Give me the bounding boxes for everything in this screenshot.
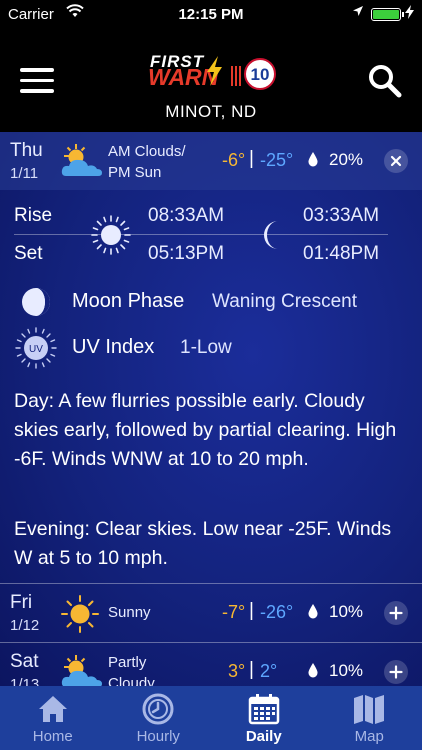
plus-icon — [389, 665, 403, 679]
expand-button[interactable] — [384, 601, 408, 625]
sun-icon — [58, 594, 106, 634]
calendar-icon — [247, 692, 281, 726]
daily-forecast-list[interactable]: Thu 1/11 AM Clouds/ PM Sun -6° | -25° 20… — [0, 132, 422, 686]
low-temp: -25° — [260, 150, 294, 170]
rise-label: Rise — [14, 205, 53, 226]
close-icon — [390, 155, 402, 167]
moon-icon — [262, 220, 286, 255]
hamburger-icon — [20, 68, 54, 72]
high-temp: 3° — [228, 661, 246, 681]
partly-cloudy-icon — [58, 142, 106, 182]
day-date: 1/12 — [10, 617, 40, 634]
tab-label: Daily — [245, 728, 282, 745]
clock-icon — [141, 692, 175, 726]
high-temp: -6° — [222, 150, 246, 170]
lightning-icon — [204, 56, 224, 92]
charging-icon — [405, 5, 414, 22]
raindrop-icon — [308, 604, 318, 619]
sun-horizon-icon — [90, 214, 132, 261]
precip-chance: 10% — [329, 602, 364, 621]
moon-phase-label: Moon Phase — [72, 290, 185, 312]
location-arrow-icon — [352, 5, 364, 20]
low-temp: 2° — [260, 661, 278, 681]
map-icon — [352, 692, 386, 726]
temp-separator: | — [249, 600, 254, 621]
raindrop-icon — [308, 152, 318, 167]
moonrise-time: 03:33AM — [303, 205, 380, 226]
tab-label: Home — [32, 728, 73, 745]
sunset-time: 05:13PM — [148, 243, 225, 264]
moon-phase-value: Waning Crescent — [212, 291, 358, 312]
temp-separator: | — [249, 148, 254, 169]
precip-chance: 20% — [329, 150, 364, 169]
temp-separator: | — [249, 659, 254, 680]
day-date: 1/11 — [10, 165, 39, 182]
tab-daily[interactable]: Daily — [211, 686, 317, 750]
tab-label: Hourly — [136, 728, 180, 745]
evening-description: Evening: Clear skies. Low near -25F. Win… — [14, 518, 392, 569]
app-header: FIRST WARN 10 MINOT, ND — [0, 30, 422, 132]
tab-hourly[interactable]: Hourly — [106, 686, 212, 750]
city-label: MINOT, ND — [165, 102, 257, 121]
partly-cloudy-icon — [58, 653, 106, 686]
battery-icon — [371, 8, 404, 21]
tab-bar: Home Hourly Daily Map — [0, 686, 422, 750]
set-label: Set — [14, 243, 43, 264]
sun-moon-times: Rise Set 08:33AM 05:13PM 03:33AM 01:48PM — [0, 192, 422, 272]
home-icon — [36, 692, 70, 726]
precip-chance: 10% — [329, 661, 364, 680]
tab-map[interactable]: Map — [317, 686, 422, 750]
horizon-line — [14, 234, 388, 235]
moonset-time: 01:48PM — [303, 243, 380, 264]
day-name: Fri — [10, 592, 33, 613]
search-icon — [369, 65, 402, 98]
condition-text: AM Clouds/ PM Sun — [108, 143, 186, 181]
plus-icon — [389, 606, 403, 620]
uv-index-value: 1-Low — [180, 337, 232, 358]
status-bar: Carrier 12:15 PM — [0, 0, 422, 30]
high-temp: -7° — [222, 602, 246, 622]
condition-text: Partly Cloudy — [108, 654, 155, 686]
logo-badge: 10 — [244, 58, 276, 90]
logo-stripes — [231, 66, 243, 86]
sunrise-time: 08:33AM — [148, 205, 225, 226]
day-description: Day: A few flurries possible early. Clou… — [14, 390, 397, 470]
day-row[interactable]: Sat 1/13 Partly Cloudy 3° | 2° 10% — [0, 643, 422, 686]
tab-label: Map — [354, 728, 384, 745]
day-row[interactable]: Fri 1/12 Sunny -7° | -26° 10% — [0, 584, 422, 642]
day-name: Sat — [10, 651, 39, 672]
uv-icon: UV — [14, 326, 58, 375]
expand-button[interactable] — [384, 660, 408, 684]
low-temp: -26° — [260, 602, 294, 622]
menu-button[interactable] — [20, 68, 54, 94]
tab-home[interactable]: Home — [0, 686, 106, 750]
collapse-button[interactable] — [384, 149, 408, 173]
moon-phase-icon — [20, 286, 52, 323]
raindrop-icon — [308, 663, 318, 678]
uv-index-row: UV UV Index 1-Low — [14, 327, 414, 369]
station-logo: FIRST WARN 10 — [146, 52, 278, 94]
day-name: Thu — [10, 140, 43, 161]
moon-phase-row: Moon Phase Waning Crescent — [14, 284, 414, 320]
day-row-expanded[interactable]: Thu 1/11 AM Clouds/ PM Sun -6° | -25° 20… — [0, 132, 422, 190]
search-button[interactable] — [368, 64, 402, 98]
condition-text: Sunny — [108, 604, 151, 621]
day-date: 1/13 — [10, 676, 40, 686]
uv-icon-text: UV — [29, 344, 43, 355]
uv-index-label: UV Index — [72, 336, 155, 358]
